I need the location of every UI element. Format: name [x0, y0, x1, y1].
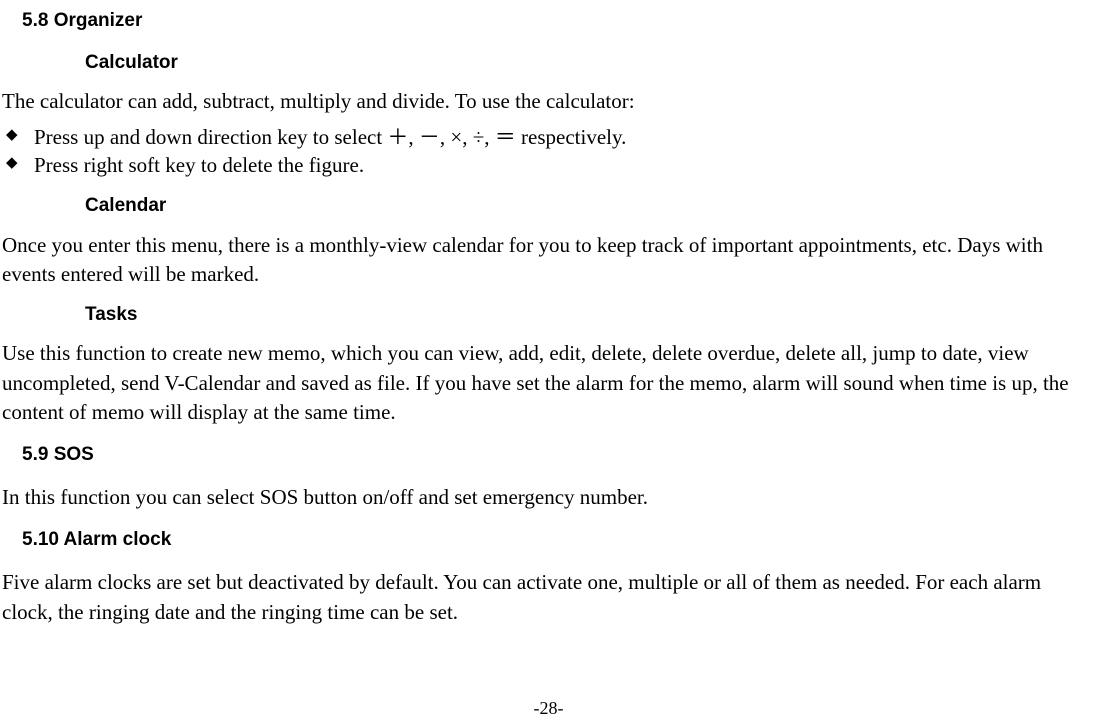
tasks-body: Use this function to create new memo, wh…	[2, 339, 1095, 427]
calculator-bullet-list: Press up and down direction key to selec…	[2, 123, 1095, 180]
sos-body: In this function you can select SOS butt…	[2, 483, 1095, 512]
calendar-body: Once you enter this menu, there is a mon…	[2, 231, 1095, 290]
heading-calendar: Calendar	[85, 193, 1097, 219]
heading-tasks: Tasks	[85, 302, 1097, 328]
heading-organizer: 5.8 Organizer	[22, 8, 1097, 34]
calculator-intro: The calculator can add, subtract, multip…	[2, 87, 1095, 116]
list-item: Press right soft key to delete the figur…	[2, 151, 1095, 179]
page-number: -28-	[0, 696, 1097, 720]
alarm-body: Five alarm clocks are set but deactivate…	[2, 568, 1095, 627]
heading-sos: 5.9 SOS	[22, 442, 1097, 468]
list-item: Press up and down direction key to selec…	[2, 123, 1095, 151]
heading-calculator: Calculator	[85, 50, 1097, 76]
heading-alarm-clock: 5.10 Alarm clock	[22, 527, 1097, 553]
